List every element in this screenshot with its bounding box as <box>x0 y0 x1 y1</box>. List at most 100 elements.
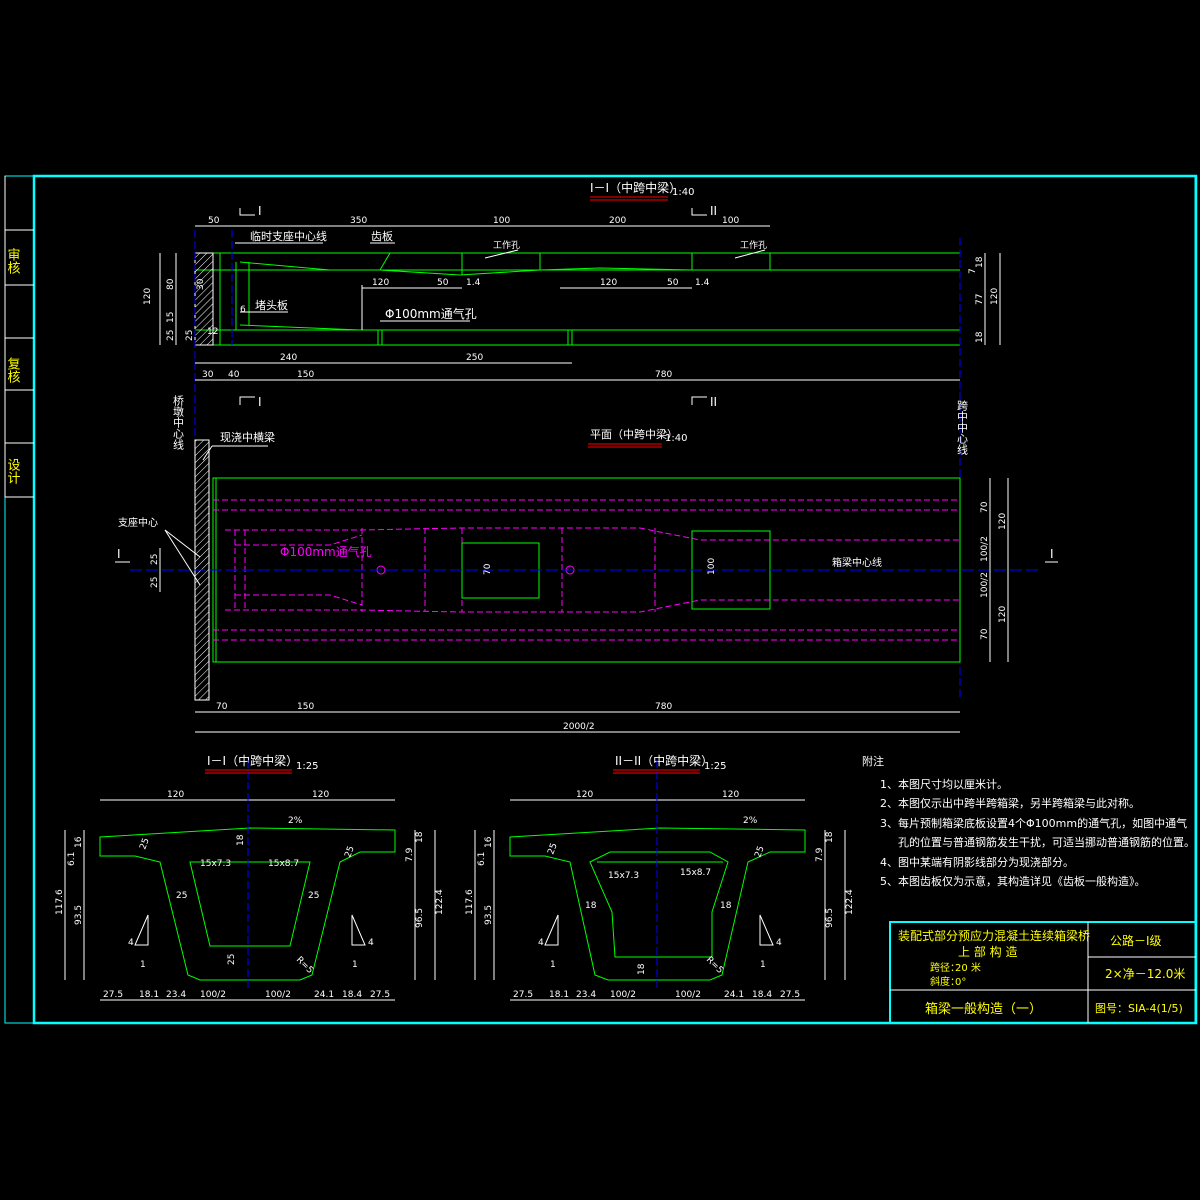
s2-bot-234: 23.4 <box>576 990 596 1000</box>
s1-bot-275a: 27.5 <box>103 990 123 1000</box>
tb-drawing-name: 箱梁一般构造（一） <box>925 1001 1042 1017</box>
tb-drawing-no: 图号：SIA-4(1/5) <box>1095 1002 1183 1015</box>
span-center-label: 跨中中心线 <box>956 400 969 455</box>
review-label: 审核 <box>5 248 21 274</box>
plan-right-dim-70b: 70 <box>980 628 990 640</box>
s2-left-16: 16 <box>484 836 494 848</box>
bottom-dim-240: 240 <box>280 353 297 363</box>
plan-bottom-dim-780: 780 <box>655 702 672 712</box>
dim-200: 200 <box>609 216 626 226</box>
s1-lbl-25d: 25 <box>343 845 356 859</box>
section-mark-bot-2-label: II <box>710 395 717 409</box>
s1-lbl-18: 18 <box>236 834 246 846</box>
left-dim-30: 30 <box>196 278 206 290</box>
plan-right-dim-70a: 70 <box>980 501 990 513</box>
inner-dim-14b: 1.4 <box>695 278 710 288</box>
tb-subtitle: 上 部 构 造 <box>958 944 1017 959</box>
s2-right-18: 18 <box>825 831 835 843</box>
s2-slope-1a: 1 <box>550 960 556 970</box>
s2-slope-4b: 4 <box>776 938 782 948</box>
section-1: I－I（中跨中梁） 1:25 120 120 2% 18 25 15x7.3 1… <box>55 753 445 1001</box>
s1-left-1176: 117.6 <box>55 889 65 915</box>
s2-lbl-25b: 25 <box>753 845 766 859</box>
section2-title: II－II（中跨中梁） <box>615 753 713 768</box>
s1-lbl-15x73: 15x7.3 <box>200 859 231 869</box>
bottom-dim-250: 250 <box>466 353 483 363</box>
s2-top-120b: 120 <box>722 790 739 800</box>
s1-left-935: 93.5 <box>74 905 84 925</box>
plan-left-dim-25b: 25 <box>150 577 160 588</box>
recheck-label: 复核 <box>5 357 21 383</box>
plan-left-dim-25a: 25 <box>150 554 160 565</box>
s2-bot-181: 18.1 <box>549 990 569 1000</box>
signature-block: 审核 复核 设计 <box>5 229 34 498</box>
end-plate-label: 堵头板 <box>255 298 288 312</box>
left-dim-15: 15 <box>166 312 176 323</box>
s2-bot-275b: 27.5 <box>780 990 800 1000</box>
plan-right-dim-120b: 120 <box>998 606 1008 623</box>
right-dim-120: 120 <box>990 288 1000 305</box>
s2-lbl-18c: 18 <box>637 963 647 975</box>
tb-width: 2×净－12.0米 <box>1105 967 1185 981</box>
bottom-dim-40: 40 <box>228 370 240 380</box>
s1-slope: 2% <box>288 816 303 826</box>
section-mark-top-2 <box>691 208 707 216</box>
drawing-canvas: 审核 复核 设计 I－I（中跨中梁） 1:40 I II I II 50 350… <box>4 174 1198 1025</box>
s1-right-18: 18 <box>415 831 425 843</box>
dim-100: 100 <box>493 216 510 226</box>
right-dim-18b: 18 <box>975 331 985 343</box>
s1-bot-50b: 100/2 <box>265 990 291 1000</box>
s2-lbl-18a: 18 <box>585 901 597 911</box>
s2-lbl-25a: 25 <box>546 842 559 856</box>
work-hole-2-label: 工作孔 <box>740 239 767 251</box>
left-dim-120: 120 <box>143 288 153 305</box>
s2-right-1224: 122.4 <box>845 889 855 915</box>
notes: 附注 1、本图尺寸均以厘米计。 2、本图仅示出中跨半跨箱梁，另半跨箱梁与此对称。… <box>862 754 1195 888</box>
plan-right-dim-50a: 100/2 <box>980 536 990 562</box>
s1-slope-1b: 1 <box>352 960 358 970</box>
s1-top-120a: 120 <box>167 790 184 800</box>
s1-slope-4a: 4 <box>128 938 134 948</box>
plan-right-dim-50b: 100/2 <box>980 572 990 598</box>
s1-bot-181: 18.1 <box>139 990 159 1000</box>
section-mark-bot-1-label: I <box>258 395 262 409</box>
tb-grade: 公路－I级 <box>1110 933 1162 948</box>
note-2: 2、本图仅示出中跨半跨箱梁，另半跨箱梁与此对称。 <box>880 796 1140 810</box>
plan-right-dim-120a: 120 <box>998 513 1008 530</box>
dim-50: 50 <box>208 216 220 226</box>
s1-slope-4b: 4 <box>368 938 374 948</box>
bottom-dim-150: 150 <box>297 370 314 380</box>
s1-slope-1a: 1 <box>140 960 146 970</box>
inner-dim-120a: 120 <box>372 278 389 288</box>
s1-right-965: 96.5 <box>415 908 425 928</box>
plan-section-right: I <box>1050 547 1054 561</box>
note-3-cont: 孔的位置与普通钢筋发生干扰，可适当挪动普通钢筋的位置。 <box>898 835 1195 849</box>
inner-dim-50a: 50 <box>437 278 449 288</box>
s1-bot-241: 24.1 <box>314 990 334 1000</box>
s1-left-16: 16 <box>74 836 84 848</box>
support-line-label: 临时支座中心线 <box>250 229 327 243</box>
section-mark-top-2-label: II <box>710 204 717 218</box>
right-dim-7: 7 <box>968 268 978 274</box>
s2-bot-241: 24.1 <box>724 990 744 1000</box>
s1-cell <box>189 861 311 947</box>
tb-skew: 0° <box>955 977 966 988</box>
s1-lbl-25c: 25 <box>308 891 319 901</box>
elevation-title: I－I（中跨中梁） <box>590 180 681 195</box>
s2-lbl-15x73: 15x7.3 <box>608 871 639 881</box>
s2-lbl-15x87: 15x8.7 <box>680 868 711 878</box>
plan-bottom-dim-150: 150 <box>297 702 314 712</box>
right-dim-77: 77 <box>975 294 985 305</box>
design-label: 设计 <box>5 458 21 484</box>
section-mark-top-1-label: I <box>258 204 262 218</box>
bearing-center-label: 支座中心 <box>118 516 158 529</box>
plan-bottom-dim-70: 70 <box>216 702 228 712</box>
s1-right-1224: 122.4 <box>435 889 445 915</box>
work-hole-1-label: 工作孔 <box>493 239 520 251</box>
s1-right-79: 7.9 <box>405 847 415 862</box>
plan-section-left: I <box>117 547 121 561</box>
s1-left-61: 6.1 <box>67 852 77 866</box>
section-mark-bot-1 <box>239 396 255 405</box>
left-dim-80: 80 <box>166 278 176 290</box>
s1-bot-184: 18.4 <box>342 990 362 1000</box>
